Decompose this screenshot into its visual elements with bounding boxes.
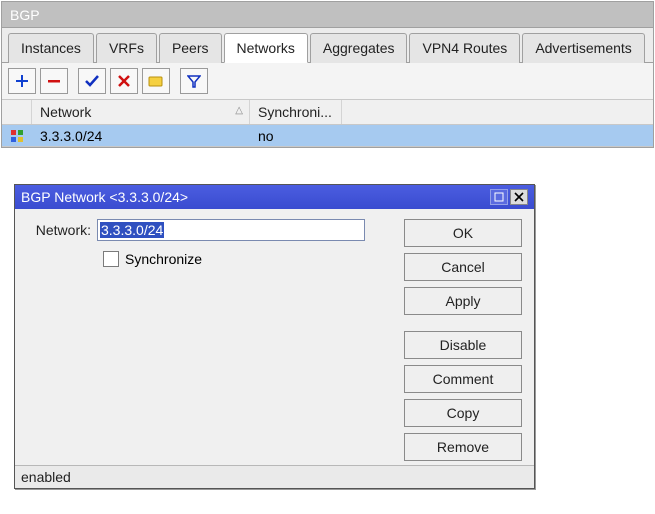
note-icon <box>148 74 164 88</box>
window-min-icon <box>494 192 504 202</box>
dialog-close-button[interactable] <box>510 189 528 205</box>
network-label: Network: <box>27 222 97 238</box>
network-field-row: Network: 3.3.3.0/24 <box>27 219 390 241</box>
network-input[interactable]: 3.3.3.0/24 <box>97 219 365 241</box>
sort-indicator-icon: △ <box>235 105 243 116</box>
cancel-button[interactable]: Cancel <box>404 253 522 281</box>
table-row[interactable]: 3.3.3.0/24 no <box>2 125 653 147</box>
comment-button[interactable] <box>142 68 170 94</box>
tab-advertisements[interactable]: Advertisements <box>522 33 644 63</box>
cell-network: 3.3.3.0/24 <box>32 126 250 146</box>
tab-networks[interactable]: Networks <box>224 33 308 63</box>
table-header-network[interactable]: Network △ <box>32 100 250 124</box>
table-header-synchronize[interactable]: Synchroni... <box>250 100 342 124</box>
minus-icon <box>47 74 61 88</box>
dialog-buttons: OK Cancel Apply Disable Comment Copy Rem… <box>404 219 522 461</box>
remove-dialog-button[interactable]: Remove <box>404 433 522 461</box>
synchronize-row: Synchronize <box>103 251 390 267</box>
tab-vpn4-routes[interactable]: VPN4 Routes <box>409 33 520 63</box>
status-text: enabled <box>21 469 71 485</box>
tab-aggregates[interactable]: Aggregates <box>310 33 408 63</box>
networks-table: Network △ Synchroni... 3.3.3.0/24 no <box>2 99 653 147</box>
tabstrip: Instances VRFs Peers Networks Aggregates… <box>2 28 653 63</box>
window-titlebar: BGP <box>2 2 653 28</box>
x-icon <box>117 74 131 88</box>
disable-dialog-button[interactable]: Disable <box>404 331 522 359</box>
enable-button[interactable] <box>78 68 106 94</box>
remove-button[interactable] <box>40 68 68 94</box>
funnel-icon <box>187 74 201 88</box>
tab-vrfs[interactable]: VRFs <box>96 33 157 63</box>
bgp-window: BGP Instances VRFs Peers Networks Aggreg… <box>1 1 654 148</box>
cell-synchronize: no <box>250 126 342 146</box>
dialog-form: Network: 3.3.3.0/24 Synchronize <box>27 219 390 461</box>
dialog-body: Network: 3.3.3.0/24 Synchronize OK Cance… <box>15 209 534 465</box>
table-header: Network △ Synchroni... <box>2 100 653 125</box>
dialog-title: BGP Network <3.3.3.0/24> <box>21 189 188 205</box>
network-entry-icon <box>11 130 23 142</box>
plus-icon <box>15 74 29 88</box>
bgp-network-dialog: BGP Network <3.3.3.0/24> Network: 3.3.3.… <box>14 184 535 489</box>
dialog-minimize-button[interactable] <box>490 189 508 205</box>
add-button[interactable] <box>8 68 36 94</box>
toolbar <box>2 63 653 99</box>
network-input-value: 3.3.3.0/24 <box>100 222 164 238</box>
synchronize-label: Synchronize <box>125 251 202 267</box>
tab-peers[interactable]: Peers <box>159 33 222 63</box>
table-header-icon-col[interactable] <box>2 100 32 124</box>
ok-button[interactable]: OK <box>404 219 522 247</box>
synchronize-checkbox[interactable] <box>103 251 119 267</box>
check-icon <box>84 74 100 88</box>
row-icon-cell <box>2 128 32 144</box>
window-title: BGP <box>10 7 40 23</box>
dialog-statusbar: enabled <box>15 465 534 488</box>
apply-button[interactable]: Apply <box>404 287 522 315</box>
copy-button[interactable]: Copy <box>404 399 522 427</box>
col-label-network: Network <box>40 104 91 120</box>
tab-instances[interactable]: Instances <box>8 33 94 63</box>
comment-dialog-button[interactable]: Comment <box>404 365 522 393</box>
table-header-filler <box>342 100 653 124</box>
disable-button[interactable] <box>110 68 138 94</box>
dialog-titlebar[interactable]: BGP Network <3.3.3.0/24> <box>15 185 534 209</box>
filter-button[interactable] <box>180 68 208 94</box>
close-icon <box>514 192 524 202</box>
